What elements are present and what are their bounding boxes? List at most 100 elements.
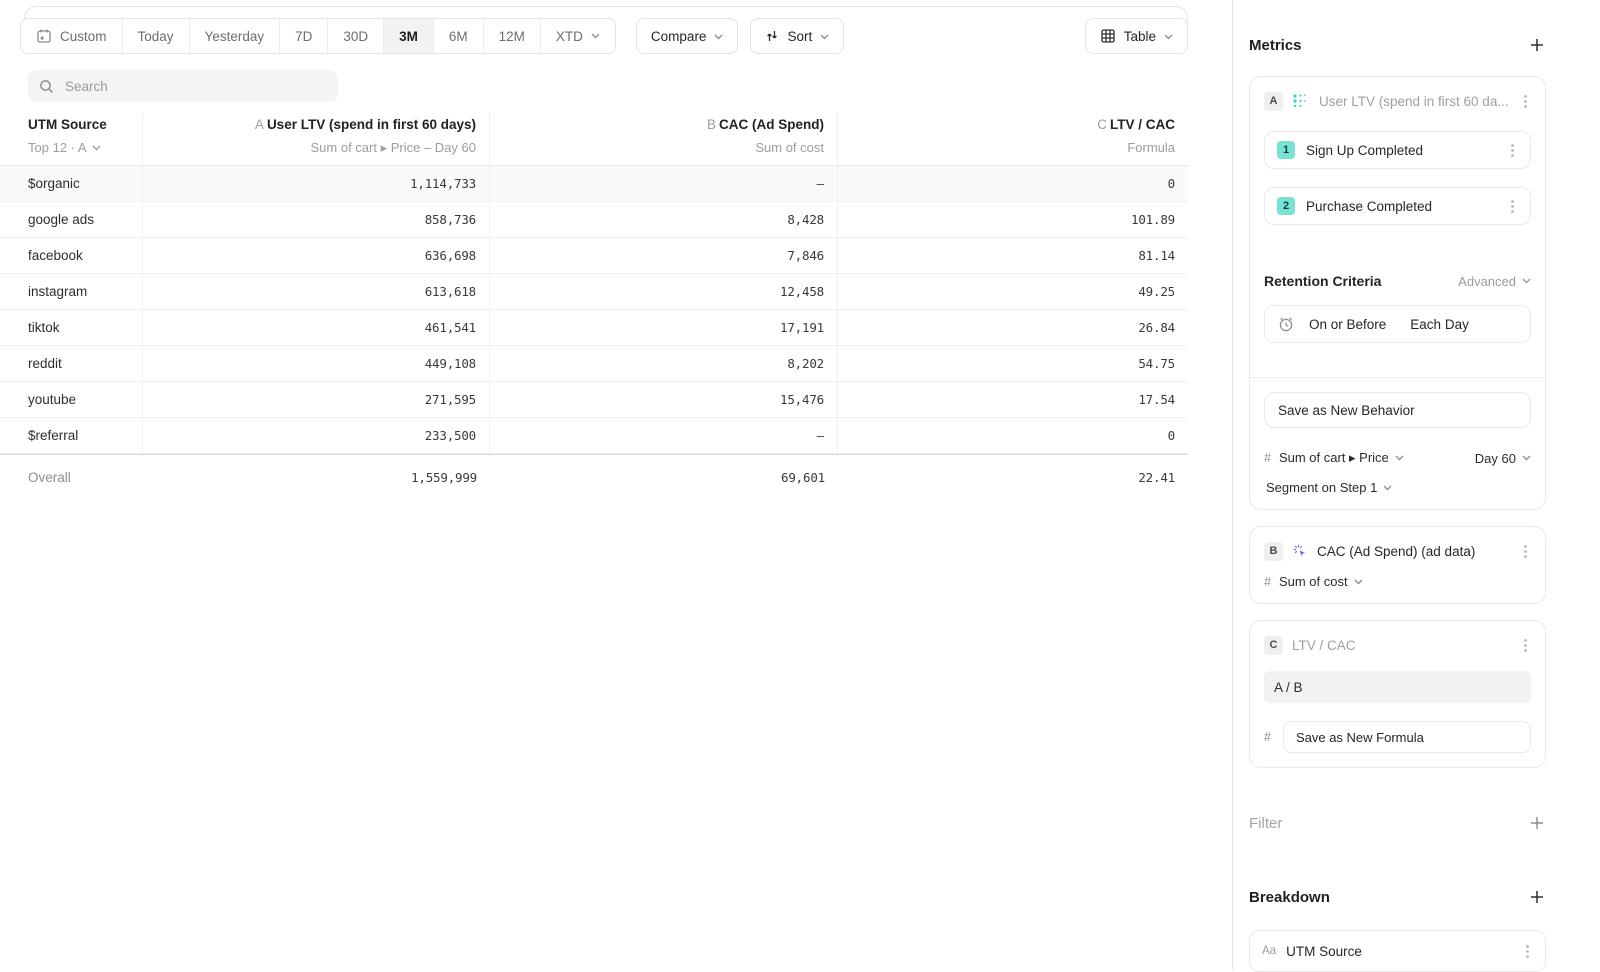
chevron-down-icon — [1395, 455, 1404, 461]
table-row[interactable]: facebook 636,698 7,846 81.14 — [0, 238, 1188, 274]
time-range-custom[interactable]: Custom — [21, 19, 123, 53]
step-number-badge: 2 — [1277, 197, 1295, 215]
time-range-6m[interactable]: 6M — [434, 19, 484, 53]
table-row[interactable]: tiktok 461,541 17,191 26.84 — [0, 310, 1188, 346]
filter-title: Filter — [1249, 815, 1282, 832]
aggregation-dropdown[interactable]: Sum of cart ▸ Price — [1279, 450, 1404, 466]
number-type-icon: # — [1264, 451, 1271, 465]
kebab-menu-icon[interactable] — [1520, 93, 1531, 110]
breakdown-item-utm-source[interactable]: Aa UTM Source — [1249, 930, 1546, 972]
column-header-metric-b[interactable]: BCAC (Ad Spend) Sum of cost — [490, 113, 838, 166]
breakdown-item-label: UTM Source — [1286, 944, 1512, 959]
kebab-menu-icon[interactable] — [1507, 142, 1518, 159]
chevron-down-icon — [591, 33, 600, 39]
formula-input[interactable]: A / B — [1264, 671, 1531, 703]
search-box — [28, 70, 338, 102]
card-divider — [1250, 377, 1545, 378]
chevron-down-icon — [1354, 579, 1363, 585]
retention-condition: On or Before — [1309, 317, 1386, 332]
metrics-section-header: Metrics — [1249, 36, 1546, 54]
segment-dropdown[interactable]: Segment on Step 1 — [1266, 480, 1531, 495]
kebab-menu-icon[interactable] — [1507, 198, 1518, 215]
table-row[interactable]: youtube 271,595 15,476 17.54 — [0, 382, 1188, 418]
sort-button[interactable]: Sort — [750, 18, 844, 54]
analytics-app: Custom Today Yesterday 7D 30D 3M 6M 12M … — [0, 0, 1600, 970]
overall-value: 1,559,999 — [143, 455, 490, 499]
cell-value: 17.54 — [838, 382, 1188, 418]
column-header-metric-c[interactable]: CLTV / CAC Formula — [838, 113, 1188, 166]
add-breakdown-button[interactable] — [1528, 888, 1546, 906]
save-behavior-button[interactable]: Save as New Behavior — [1264, 392, 1531, 428]
cell-value: 449,108 — [143, 346, 490, 382]
metric-name[interactable]: CAC (Ad Spend) (ad data) — [1317, 544, 1511, 559]
sort-arrows-icon — [765, 29, 779, 43]
view-type-button[interactable]: Table — [1085, 18, 1188, 54]
table-grid-icon — [1100, 28, 1116, 44]
cell-value: 1,114,733 — [143, 166, 490, 202]
time-range-12m[interactable]: 12M — [484, 19, 541, 53]
breakdown-section-header: Breakdown — [1249, 888, 1546, 906]
kebab-menu-icon[interactable] — [1520, 543, 1531, 560]
save-formula-button[interactable]: Save as New Formula — [1283, 721, 1531, 753]
retention-mode-dropdown[interactable]: Advanced — [1458, 274, 1531, 289]
chevron-down-icon — [820, 34, 829, 40]
table-row[interactable]: $referral 233,500 – 0 — [0, 418, 1188, 454]
table-row[interactable]: instagram 613,618 12,458 49.25 — [0, 274, 1188, 310]
funnel-step-1[interactable]: 1 Sign Up Completed — [1264, 131, 1531, 169]
table-row[interactable]: google ads 858,736 8,428 101.89 — [0, 202, 1188, 238]
behavior-dots-icon — [1292, 93, 1310, 109]
time-range-7d[interactable]: 7D — [280, 19, 328, 53]
number-type-icon: # — [1264, 575, 1271, 589]
cell-value: 8,428 — [490, 202, 838, 238]
cell-value: 49.25 — [838, 274, 1188, 310]
funnel-step-2[interactable]: 2 Purchase Completed — [1264, 187, 1531, 225]
metric-card-b: B CAC (Ad Spend) (ad data) # Sum of cost — [1249, 526, 1546, 604]
overall-value: 69,601 — [490, 455, 838, 499]
step-number-badge: 1 — [1277, 141, 1295, 159]
compare-button[interactable]: Compare — [636, 18, 739, 54]
table-row[interactable]: $organic 1,114,733 – 0 — [0, 166, 1188, 202]
metric-badge: A — [1264, 92, 1283, 111]
metric-badge: B — [1264, 542, 1283, 561]
alarm-clock-icon — [1277, 315, 1295, 333]
time-range-control: Custom Today Yesterday 7D 30D 3M 6M 12M … — [20, 18, 616, 54]
metric-card-a: A User LTV (spend in first 60 da... 1 Si… — [1249, 76, 1546, 510]
row-label: tiktok — [0, 310, 143, 346]
kebab-menu-icon[interactable] — [1522, 943, 1533, 960]
column-header-utm-source[interactable]: UTM Source Top 12 · A — [0, 113, 143, 166]
calendar-icon — [36, 28, 52, 44]
plus-icon — [1530, 890, 1544, 904]
step-label: Sign Up Completed — [1306, 143, 1496, 158]
table-overall-row: Overall 1,559,999 69,601 22.41 — [0, 454, 1188, 499]
time-range-yesterday[interactable]: Yesterday — [190, 19, 281, 53]
table-row[interactable]: reddit 449,108 8,202 54.75 — [0, 346, 1188, 382]
column-header-metric-a[interactable]: AUser LTV (spend in first 60 days) Sum o… — [143, 113, 490, 166]
search-input[interactable] — [63, 78, 327, 95]
retention-condition-box[interactable]: On or Before Each Day — [1264, 305, 1531, 343]
add-filter-button[interactable] — [1528, 814, 1546, 832]
plus-icon — [1530, 816, 1544, 830]
day-window-dropdown[interactable]: Day 60 — [1475, 451, 1531, 466]
chevron-down-icon — [1522, 455, 1531, 461]
cell-value: 17,191 — [490, 310, 838, 346]
metric-name[interactable]: User LTV (spend in first 60 da... — [1319, 94, 1511, 109]
cell-value: – — [490, 166, 838, 202]
config-panel: Metrics A User LTV (spend in first 60 da… — [1233, 0, 1600, 970]
cell-value: 54.75 — [838, 346, 1188, 382]
aggregation-dropdown[interactable]: Sum of cost — [1279, 574, 1363, 589]
kebab-menu-icon[interactable] — [1520, 637, 1531, 654]
cell-value: 461,541 — [143, 310, 490, 346]
row-label: facebook — [0, 238, 143, 274]
search-icon — [39, 79, 54, 94]
chevron-down-icon — [714, 34, 723, 40]
row-label: $referral — [0, 418, 143, 454]
time-range-3m[interactable]: 3M — [384, 19, 434, 53]
time-range-30d[interactable]: 30D — [328, 19, 384, 53]
add-metric-button[interactable] — [1528, 36, 1546, 54]
time-range-today[interactable]: Today — [123, 19, 190, 53]
aggregation-row: # Sum of cart ▸ Price Day 60 — [1264, 450, 1531, 466]
metric-badge: C — [1264, 636, 1283, 655]
cell-value: 15,476 — [490, 382, 838, 418]
metric-name[interactable]: LTV / CAC — [1292, 638, 1511, 653]
time-range-xtd[interactable]: XTD — [541, 19, 615, 53]
